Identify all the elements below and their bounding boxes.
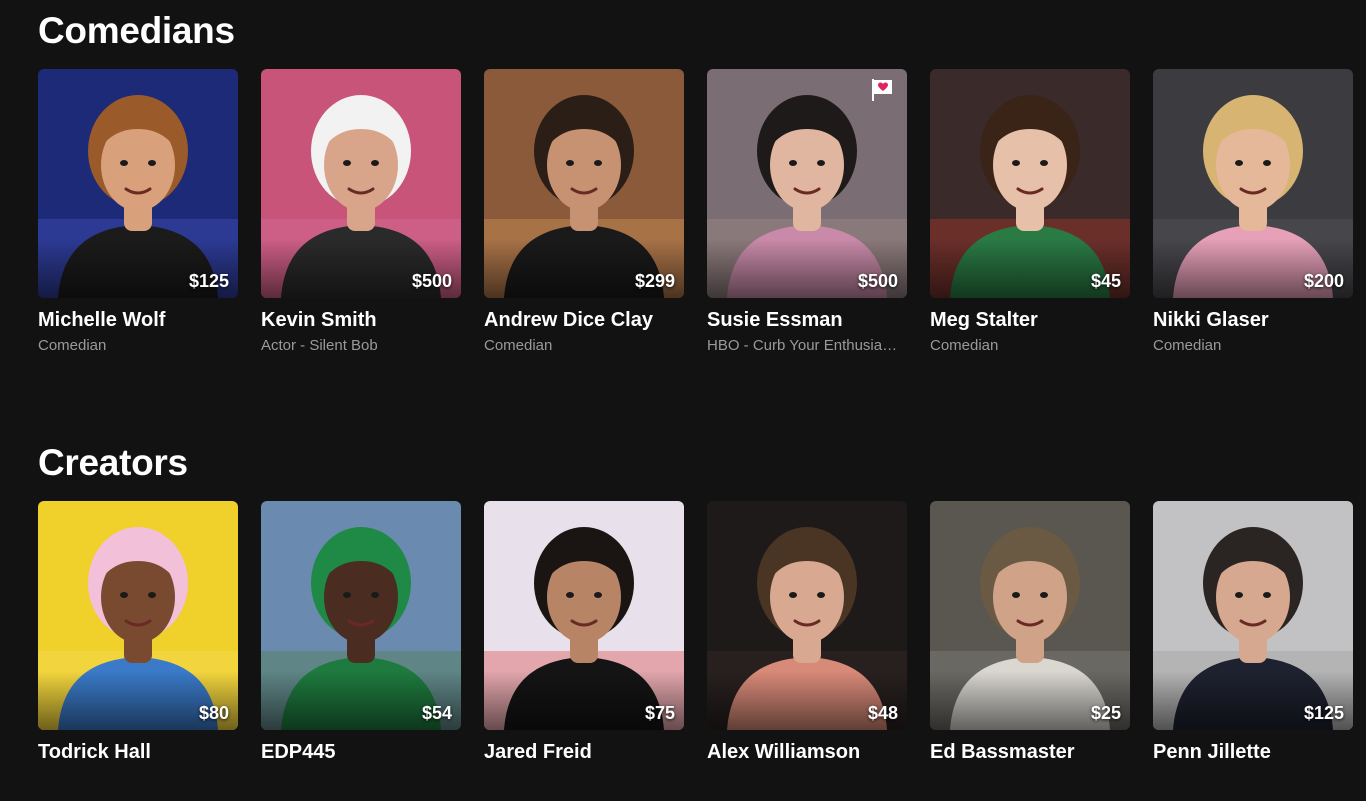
talent-photo: $125 [38, 69, 238, 298]
comedians-section: Comedians $125 Michelle Wolf Comedian $5… [38, 8, 1354, 369]
section-title-creators: Creators [38, 442, 188, 483]
portrait-illustration [484, 501, 684, 730]
price-tag: $48 [867, 703, 898, 723]
talent-category: Comedian [930, 337, 999, 354]
price-tag: $45 [1090, 271, 1121, 291]
talent-photo: $500 [261, 69, 461, 298]
talent-photo: $80 [38, 501, 238, 730]
talent-photo: $200 [1153, 69, 1353, 298]
talent-card[interactable]: $200 Nikki Glaser Comedian [1153, 69, 1353, 356]
creators-row: $80 Todrick Hall $54 EDP445 $75 Jared Fr… [38, 501, 1354, 801]
talent-category: Comedian [484, 337, 553, 354]
heart-flag-icon[interactable] [869, 77, 895, 103]
comedians-row: $125 Michelle Wolf Comedian $500 Kevin S… [38, 69, 1354, 369]
talent-photo: $75 [484, 501, 684, 730]
talent-card[interactable]: $45 Meg Stalter Comedian [930, 69, 1130, 356]
talent-card[interactable]: $25 Ed Bassmaster [930, 501, 1130, 764]
portrait-illustration [38, 501, 238, 730]
price-tag: $54 [421, 703, 452, 723]
talent-card[interactable]: $125 Michelle Wolf Comedian [38, 69, 238, 356]
talent-name: Andrew Dice Clay [484, 309, 653, 331]
portrait-illustration [38, 69, 238, 298]
price-tag: $75 [644, 703, 675, 723]
price-tag: $125 [1303, 703, 1344, 723]
talent-card[interactable]: $54 EDP445 [261, 501, 461, 764]
price-tag: $200 [1303, 271, 1344, 291]
portrait-illustration [1153, 69, 1353, 298]
price-tag: $299 [634, 271, 675, 291]
talent-card[interactable]: $48 Alex Williamson [707, 501, 907, 764]
talent-name: Susie Essman [707, 309, 843, 331]
talent-category: Comedian [1153, 337, 1222, 354]
talent-category: Comedian [38, 337, 107, 354]
price-tag: $125 [188, 271, 229, 291]
talent-card[interactable]: $500 Susie Essman HBO - Curb Your Enthus… [707, 69, 907, 356]
talent-photo: $500 [707, 69, 907, 298]
talent-card[interactable]: $125 Penn Jillette [1153, 501, 1353, 764]
price-tag: $80 [198, 703, 229, 723]
talent-name: Jared Freid [484, 741, 592, 763]
portrait-illustration [707, 69, 907, 298]
talent-name: Todrick Hall [38, 741, 151, 763]
section-title-comedians: Comedians [38, 10, 235, 51]
talent-card[interactable]: $299 Andrew Dice Clay Comedian [484, 69, 684, 356]
talent-photo: $54 [261, 501, 461, 730]
talent-photo: $25 [930, 501, 1130, 730]
talent-category: Actor - Silent Bob [261, 337, 378, 354]
talent-photo: $125 [1153, 501, 1353, 730]
talent-card[interactable]: $500 Kevin Smith Actor - Silent Bob [261, 69, 461, 356]
portrait-illustration [930, 69, 1130, 298]
talent-photo: $45 [930, 69, 1130, 298]
portrait-illustration [261, 501, 461, 730]
talent-name: Alex Williamson [707, 741, 861, 763]
portrait-illustration [1153, 501, 1353, 730]
portrait-illustration [484, 69, 684, 298]
talent-card[interactable]: $80 Todrick Hall [38, 501, 238, 764]
portrait-illustration [261, 69, 461, 298]
talent-name: Penn Jillette [1153, 741, 1271, 763]
talent-name: Ed Bassmaster [930, 741, 1075, 763]
talent-card[interactable]: $75 Jared Freid [484, 501, 684, 764]
price-tag: $500 [411, 271, 452, 291]
talent-name: Nikki Glaser [1153, 309, 1269, 331]
price-tag: $25 [1090, 703, 1121, 723]
creators-section: Creators $80 Todrick Hall $54 EDP445 $75… [38, 440, 1354, 801]
talent-photo: $299 [484, 69, 684, 298]
talent-name: Michelle Wolf [38, 309, 166, 331]
talent-category: HBO - Curb Your Enthusiasm [707, 337, 902, 354]
talent-name: Kevin Smith [261, 309, 377, 331]
talent-name: Meg Stalter [930, 309, 1038, 331]
price-tag: $500 [857, 271, 898, 291]
portrait-illustration [930, 501, 1130, 730]
talent-name: EDP445 [261, 741, 336, 763]
portrait-illustration [707, 501, 907, 730]
talent-photo: $48 [707, 501, 907, 730]
